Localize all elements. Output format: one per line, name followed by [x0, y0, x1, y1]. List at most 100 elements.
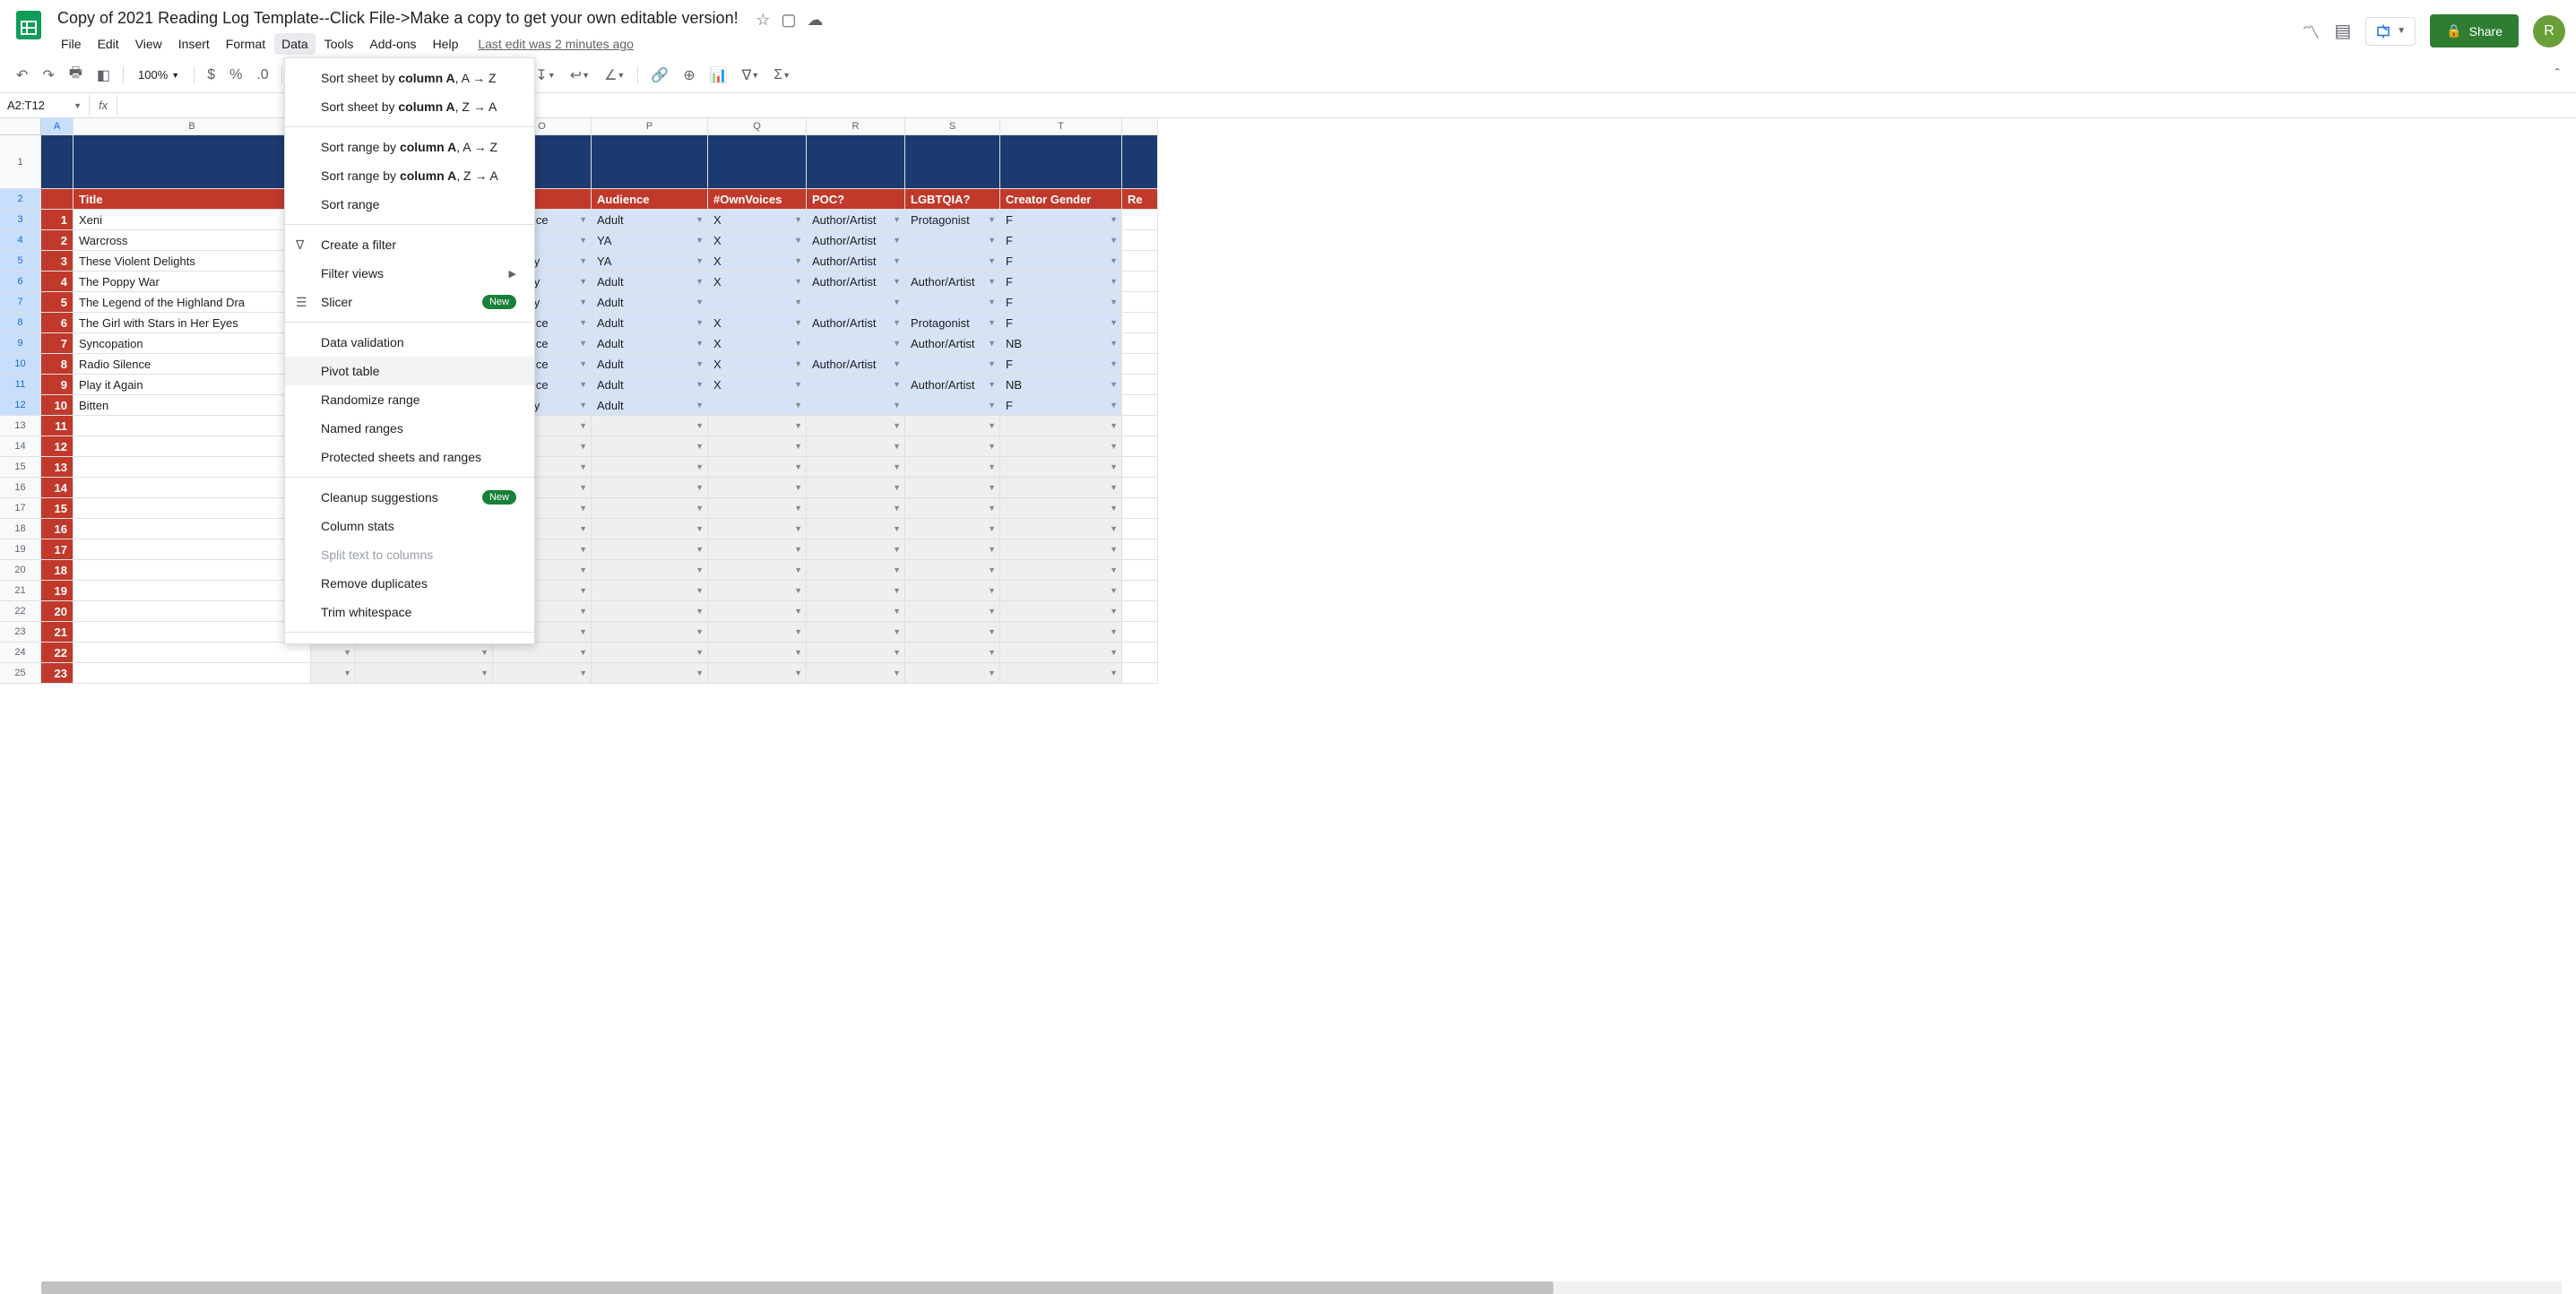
- empty-dropdown-cell[interactable]: ▼: [708, 643, 807, 663]
- cell[interactable]: [73, 663, 311, 684]
- empty-dropdown-cell[interactable]: ▼: [807, 457, 905, 478]
- title-cell[interactable]: Radio Silence: [73, 354, 311, 375]
- menu-slicer[interactable]: ☰SlicerNew: [285, 288, 534, 316]
- empty-dropdown-cell[interactable]: ▼: [311, 663, 356, 684]
- cell[interactable]: [73, 436, 311, 457]
- title-cell[interactable]: These Violent Delights: [73, 251, 311, 272]
- cell[interactable]: [1122, 395, 1158, 416]
- row-header[interactable]: 11: [0, 375, 41, 395]
- sheets-logo[interactable]: [11, 7, 47, 43]
- row-header[interactable]: 5: [0, 251, 41, 272]
- empty-dropdown-cell[interactable]: ▼: [1000, 478, 1122, 498]
- row-header[interactable]: 1: [0, 135, 41, 189]
- title-cell[interactable]: Syncopation: [73, 333, 311, 354]
- wrap-button[interactable]: ↩ ▼: [565, 63, 595, 88]
- empty-dropdown-cell[interactable]: ▼: [905, 436, 1000, 457]
- row-header[interactable]: 4: [0, 230, 41, 251]
- cell[interactable]: [1122, 416, 1158, 436]
- column-header-Q[interactable]: Q: [708, 118, 807, 135]
- empty-dropdown-cell[interactable]: ▼: [807, 643, 905, 663]
- comment-button[interactable]: ⊕: [678, 63, 700, 88]
- row-number[interactable]: 7: [41, 333, 73, 354]
- row-number[interactable]: 21: [41, 622, 73, 643]
- cell[interactable]: [1122, 457, 1158, 478]
- cell[interactable]: [1122, 272, 1158, 292]
- empty-dropdown-cell[interactable]: ▼: [592, 478, 708, 498]
- row-header[interactable]: 12: [0, 395, 41, 416]
- empty-dropdown-cell[interactable]: ▼: [807, 478, 905, 498]
- title-cell[interactable]: The Poppy War: [73, 272, 311, 292]
- empty-dropdown-cell[interactable]: ▼: [1000, 416, 1122, 436]
- filter-button[interactable]: ∇ ▼: [737, 63, 765, 88]
- functions-button[interactable]: Σ ▼: [768, 64, 796, 87]
- row-number[interactable]: 9: [41, 375, 73, 395]
- row-number[interactable]: 10: [41, 395, 73, 416]
- lgbtqia-cell[interactable]: Author/Artist▼: [905, 375, 1000, 395]
- menu-sort-sheet-az[interactable]: Sort sheet by column A, A → Z: [285, 64, 534, 92]
- decimal-button[interactable]: .0: [251, 64, 273, 87]
- menu-data-validation[interactable]: Data validation: [285, 328, 534, 357]
- empty-dropdown-cell[interactable]: ▼: [807, 498, 905, 519]
- currency-button[interactable]: $: [202, 64, 220, 87]
- lgbtqia-cell[interactable]: ▼: [905, 230, 1000, 251]
- row-header[interactable]: 6: [0, 272, 41, 292]
- column-header-R[interactable]: R: [807, 118, 905, 135]
- row-header[interactable]: 14: [0, 436, 41, 457]
- cell[interactable]: [1122, 560, 1158, 581]
- menu-sort-range-az[interactable]: Sort range by column A, A → Z: [285, 133, 534, 161]
- banner-cell[interactable]: [1000, 135, 1122, 189]
- empty-dropdown-cell[interactable]: ▼: [905, 519, 1000, 539]
- row-number[interactable]: 23: [41, 663, 73, 684]
- cell[interactable]: [1122, 581, 1158, 601]
- row-header[interactable]: 15: [0, 457, 41, 478]
- cell[interactable]: [1122, 313, 1158, 333]
- row-number[interactable]: 22: [41, 643, 73, 663]
- poc-cell[interactable]: Author/Artist▼: [807, 272, 905, 292]
- empty-dropdown-cell[interactable]: ▼: [708, 457, 807, 478]
- menu-column-stats[interactable]: Column stats: [285, 512, 534, 540]
- ownvoices-cell[interactable]: X▼: [708, 375, 807, 395]
- row-header[interactable]: 20: [0, 560, 41, 581]
- ownvoices-cell[interactable]: X▼: [708, 230, 807, 251]
- empty-dropdown-cell[interactable]: ▼: [807, 622, 905, 643]
- cell[interactable]: [73, 498, 311, 519]
- poc-cell[interactable]: Author/Artist▼: [807, 354, 905, 375]
- table-header-S[interactable]: LGBTQIA?: [905, 189, 1000, 210]
- empty-dropdown-cell[interactable]: ▼: [708, 478, 807, 498]
- empty-dropdown-cell[interactable]: ▼: [592, 601, 708, 622]
- menu-help[interactable]: Help: [426, 33, 466, 55]
- empty-dropdown-cell[interactable]: ▼: [807, 416, 905, 436]
- menu-create-filter[interactable]: ∇Create a filter: [285, 230, 534, 259]
- activity-icon[interactable]: 〽: [2302, 18, 2320, 44]
- comments-icon[interactable]: ▤: [2334, 20, 2351, 42]
- empty-dropdown-cell[interactable]: ▼: [592, 663, 708, 684]
- lgbtqia-cell[interactable]: ▼: [905, 292, 1000, 313]
- gender-cell[interactable]: F▼: [1000, 272, 1122, 292]
- row-number[interactable]: 14: [41, 478, 73, 498]
- menu-protected-sheets[interactable]: Protected sheets and ranges: [285, 443, 534, 471]
- empty-dropdown-cell[interactable]: ▼: [708, 560, 807, 581]
- empty-dropdown-cell[interactable]: ▼: [807, 581, 905, 601]
- cell[interactable]: [1122, 436, 1158, 457]
- empty-dropdown-cell[interactable]: ▼: [1000, 622, 1122, 643]
- empty-dropdown-cell[interactable]: ▼: [1000, 457, 1122, 478]
- title-cell[interactable]: Play it Again: [73, 375, 311, 395]
- table-header-A[interactable]: [41, 189, 73, 210]
- audience-cell[interactable]: Adult▼: [592, 210, 708, 230]
- gender-cell[interactable]: F▼: [1000, 292, 1122, 313]
- empty-dropdown-cell[interactable]: ▼: [1000, 643, 1122, 663]
- empty-dropdown-cell[interactable]: ▼: [905, 663, 1000, 684]
- audience-cell[interactable]: Adult▼: [592, 354, 708, 375]
- cell[interactable]: [1122, 663, 1158, 684]
- cell[interactable]: [73, 539, 311, 560]
- lgbtqia-cell[interactable]: ▼: [905, 395, 1000, 416]
- poc-cell[interactable]: Author/Artist▼: [807, 230, 905, 251]
- empty-dropdown-cell[interactable]: ▼: [807, 601, 905, 622]
- empty-dropdown-cell[interactable]: ▼: [905, 416, 1000, 436]
- empty-dropdown-cell[interactable]: ▼: [592, 539, 708, 560]
- table-header-P[interactable]: Audience: [592, 189, 708, 210]
- banner-cell[interactable]: [708, 135, 807, 189]
- title-cell[interactable]: Warcross: [73, 230, 311, 251]
- menu-sort-sheet-za[interactable]: Sort sheet by column A, Z → A: [285, 92, 534, 121]
- cell[interactable]: [73, 457, 311, 478]
